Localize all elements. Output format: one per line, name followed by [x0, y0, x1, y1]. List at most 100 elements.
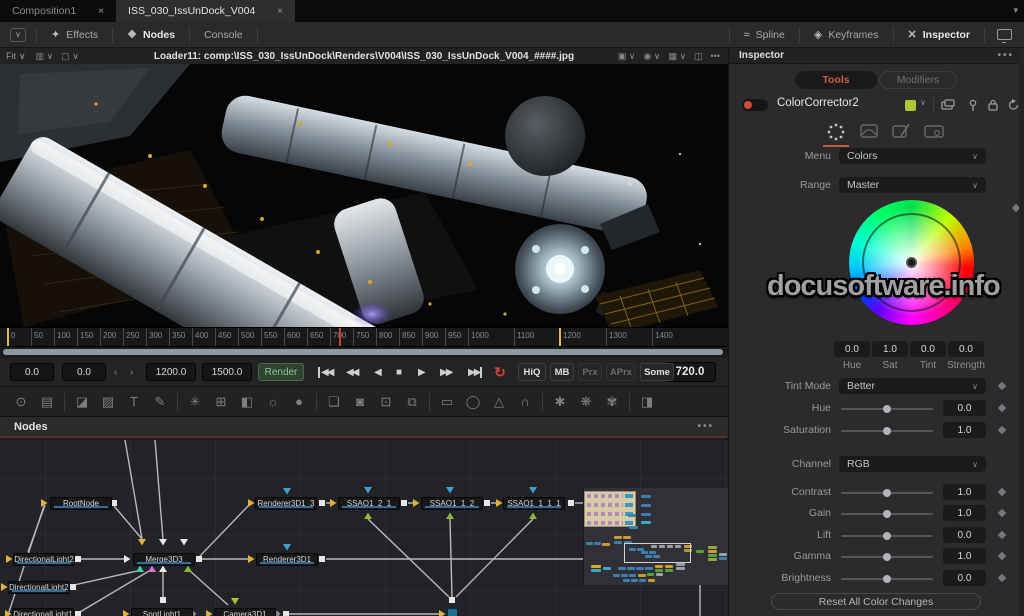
render-end-field[interactable]: 1500.0 [202, 363, 252, 381]
step-back-button[interactable]: ‹ [114, 363, 117, 381]
particle-render-tool-icon[interactable]: ❋ [573, 394, 599, 410]
inspector-scrollbar[interactable] [1019, 48, 1024, 616]
guides-grid-icon[interactable]: ▦ ∨ [664, 51, 690, 62]
output-port[interactable] [75, 611, 81, 616]
output-port[interactable] [75, 556, 81, 562]
value-field-sat[interactable]: 1.0 [872, 341, 908, 357]
input-port[interactable] [136, 565, 144, 573]
output-port[interactable] [283, 611, 289, 616]
input-port[interactable] [330, 499, 337, 507]
background-tool-icon[interactable]: ◪ [69, 394, 95, 410]
input-port[interactable] [184, 565, 192, 573]
value-field-hue[interactable]: 0.0 [834, 341, 870, 357]
toolbar-button-effects[interactable]: ✦ Effects [37, 22, 112, 47]
reset-all-color-changes-button[interactable]: Reset All Color Changes [771, 593, 981, 610]
saturation-value-field[interactable]: 1.0 [943, 422, 986, 438]
brightness-tool-icon[interactable]: ☼ [260, 394, 286, 409]
input-port[interactable] [159, 539, 167, 546]
input-port[interactable] [446, 487, 454, 494]
input-port[interactable] [496, 499, 503, 507]
fastnoise-tool-icon[interactable]: ▨ [95, 394, 121, 410]
colorcorrector-tool-icon[interactable]: ✳ [182, 394, 208, 410]
text-tool-icon[interactable]: T [121, 394, 147, 409]
viewer-image[interactable] [0, 64, 728, 327]
node-graph[interactable]: RootNode DirectionalLight2 DirectionalLigh… [0, 440, 728, 616]
quality-prx-button[interactable]: Prx [578, 363, 602, 381]
play-button[interactable]: ▶ [418, 362, 426, 382]
quality-mb-button[interactable]: MB [550, 363, 574, 381]
graph-node-renderer3d1[interactable]: Renderer3D1 [256, 553, 318, 566]
tab-iss-comp[interactable]: ISS_030_IssUnDock_V004 × [116, 0, 296, 22]
colorcurves-tool-icon[interactable]: ⊞ [208, 394, 234, 410]
timeline-scrollbar[interactable] [3, 349, 723, 355]
input-port[interactable] [283, 544, 291, 551]
global-end-field[interactable]: 0.0 [62, 363, 106, 381]
lift-slider-handle[interactable] [883, 532, 891, 540]
go-end-button[interactable]: ▶▶ [468, 367, 483, 378]
color-wheel-handle[interactable] [906, 257, 917, 268]
lift-value-field[interactable]: 0.0 [943, 527, 986, 543]
timeline-ruler[interactable]: 0 50 100 150 200 250 300 350 400 450 500 550 600 650 7… [0, 327, 728, 347]
modifier-diamond-icon[interactable] [997, 508, 1007, 518]
paint-tool-icon[interactable]: ✎ [147, 394, 173, 410]
step-fwd-button[interactable]: › [130, 363, 133, 381]
collapse-toggle[interactable]: ∨ [10, 27, 26, 42]
graph-node-renderer3d1-3[interactable]: Renderer3D1_3 [255, 497, 317, 510]
levels-tool-icon[interactable]: ◧ [234, 394, 260, 410]
modifier-diamond-icon[interactable] [997, 487, 1007, 497]
saver-tool-icon[interactable]: ▤ [34, 394, 60, 410]
stop-button[interactable]: ■ [396, 362, 402, 382]
channel-view-icon[interactable]: ▢ ∨ [57, 51, 83, 62]
graph-node-directionallight2-1[interactable]: DirectionalLight2_1 [8, 581, 70, 594]
dual-view-icon[interactable]: ◫ [690, 51, 707, 62]
input-port[interactable] [180, 539, 188, 546]
graph-node-camera3d1[interactable]: Camera3D1 [214, 608, 276, 616]
particle-emitter-tool-icon[interactable]: ✱ [547, 394, 573, 410]
playhead[interactable] [339, 328, 341, 346]
inspector-menu-icon[interactable]: ••• [997, 50, 1014, 61]
hue-value-field[interactable]: 0.0 [943, 400, 986, 416]
render-button[interactable]: Render [258, 363, 304, 381]
menu-dropdown[interactable]: Colors ∨ [839, 148, 986, 164]
contrast-slider-handle[interactable] [883, 489, 891, 497]
loop-button[interactable]: ↻ [494, 362, 506, 382]
lut-icon[interactable]: ◉ ∨ [639, 51, 664, 62]
range-dropdown[interactable]: Master ∨ [839, 177, 986, 193]
imageplane3d-tool-icon[interactable]: ◨ [634, 394, 660, 410]
brightness-slider-handle[interactable] [883, 575, 891, 583]
rectangle-mask-tool-icon[interactable]: ▭ [434, 394, 460, 410]
loader-tool-icon[interactable]: ⊙ [8, 394, 34, 410]
output-port[interactable] [568, 500, 574, 506]
tint-mode-dropdown[interactable]: Better ∨ [839, 378, 986, 394]
output-port[interactable] [401, 500, 407, 506]
output-port[interactable] [319, 556, 325, 562]
input-port[interactable] [248, 499, 255, 507]
close-icon[interactable]: × [98, 6, 104, 17]
mattecontrol-tool-icon[interactable]: ◙ [347, 394, 373, 409]
graph-node-directionallight2[interactable]: DirectionalLight2 [13, 553, 75, 566]
input-port[interactable] [283, 488, 291, 495]
gamma-value-field[interactable]: 1.0 [943, 548, 986, 564]
graph-node-rootnode[interactable]: RootNode [50, 497, 112, 510]
input-port[interactable] [529, 487, 537, 494]
input-port[interactable] [159, 565, 167, 573]
bspline-mask-tool-icon[interactable]: ∩ [512, 394, 538, 409]
render-start-field[interactable]: 1200.0 [146, 363, 196, 381]
tool-enable-toggle[interactable] [742, 99, 768, 111]
toolbar-button-spline[interactable]: ≈ Spline [730, 22, 799, 47]
brightness-value-field[interactable]: 0.0 [943, 570, 986, 586]
toolbar-button-inspector[interactable]: ✕ Inspector [894, 22, 984, 47]
options-page-icon[interactable] [923, 122, 945, 140]
tab-composition1[interactable]: Composition1 × [0, 0, 116, 22]
input-port[interactable] [439, 610, 446, 616]
modifier-diamond-icon[interactable] [997, 403, 1007, 413]
graph-node-merge3d3[interactable]: Merge3D3 [133, 553, 195, 566]
graph-node-spotlight1[interactable]: SpotLight1 [131, 608, 193, 616]
modifier-diamond-icon[interactable] [997, 573, 1007, 583]
toolbar-button-nodes[interactable]: ❖ Nodes [113, 22, 189, 47]
huesaturation-tool-icon[interactable]: ● [286, 394, 312, 409]
input-port[interactable] [413, 499, 420, 507]
input-port[interactable] [446, 512, 454, 520]
nodes-menu-icon[interactable]: ••• [697, 421, 714, 432]
modifier-diamond-icon[interactable] [997, 381, 1007, 391]
